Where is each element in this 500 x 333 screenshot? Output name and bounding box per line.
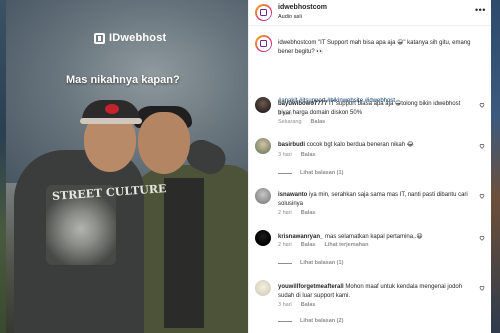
author-avatar[interactable] (255, 4, 272, 21)
caption-author-avatar[interactable] (255, 35, 272, 52)
cap-brim (80, 118, 142, 124)
commenter-avatar[interactable] (255, 188, 271, 204)
comment-time: 2 hari (278, 210, 292, 216)
comment-username[interactable]: isnawanto (278, 192, 307, 198)
view-replies-label[interactable]: Lihat balasan (1) (300, 260, 343, 266)
replies-divider-line (278, 320, 292, 322)
reply-button[interactable]: Balas (311, 119, 326, 125)
comment-text: basirbudi cocok bgt kalo berdua beneran … (278, 141, 468, 150)
heart-icon[interactable] (479, 102, 485, 108)
caption-text: idwebhostcom "IT Support mah bisa apa aj… (278, 40, 471, 55)
comment-username[interactable]: krisnawanryan_ (278, 234, 323, 240)
comment-message: mas selamatkan kapal pertamina..😆 (325, 234, 423, 240)
view-replies-button[interactable]: Lihat balasan (2) (278, 318, 343, 324)
audio-label[interactable]: Audio asli (278, 14, 302, 20)
comment-text: bayuwibowo7777 IT support biasa apa aja … (278, 100, 468, 117)
person-right-face (138, 112, 190, 174)
view-replies-label[interactable]: Lihat balasan (2) (300, 318, 343, 324)
heart-icon[interactable] (479, 285, 485, 291)
replies-divider-line (278, 262, 292, 264)
brand-logo-icon (94, 32, 105, 44)
comment-time: 3 hari (278, 302, 292, 308)
heart-icon[interactable] (479, 143, 485, 149)
comment-time: Sekarang (278, 119, 302, 125)
translate-button[interactable]: Lihat terjemahan (324, 242, 368, 248)
brand-watermark-text: IDwebhost (109, 32, 167, 44)
replies-divider-line (278, 172, 292, 174)
comment-message: cocok bgt kalo berdua beneran nikah 😂 (306, 142, 414, 148)
commenter-avatar[interactable] (255, 97, 271, 113)
comment-username[interactable]: youwillforgetmeafterall (278, 284, 344, 290)
cap-logo (105, 104, 119, 114)
commenter-avatar[interactable] (255, 230, 271, 246)
person-right-shirt (164, 178, 204, 328)
reply-button[interactable]: Balas (301, 210, 316, 216)
comment-meta: 2 hari Balas Lihat terjemahan (278, 242, 368, 248)
view-replies-button[interactable]: Lihat balasan (1) (278, 170, 343, 176)
comment-time: 2 hari (278, 242, 292, 248)
idwebhost-logo-icon (260, 9, 267, 16)
more-horizontal-icon[interactable]: ••• (475, 6, 486, 15)
comment-username[interactable]: bayuwibowo7777 (278, 101, 327, 107)
view-replies-label[interactable]: Lihat balasan (1) (300, 170, 343, 176)
comment-meta: 3 hari Balas (278, 152, 315, 158)
idwebhost-logo-icon (260, 40, 267, 47)
post-image[interactable]: IDwebhost Mas nikahnya kapan? STREET CUL… (6, 0, 248, 333)
comments-panel: idwebhostcom Audio asli ••• idwebhostcom… (248, 0, 492, 333)
brand-watermark: IDwebhost (94, 32, 166, 44)
comment-username[interactable]: basirbudi (278, 142, 305, 148)
commenter-avatar[interactable] (255, 280, 271, 296)
reply-button[interactable]: Balas (301, 242, 316, 248)
heart-icon[interactable] (479, 193, 485, 199)
comment-time: 3 hari (278, 152, 292, 158)
comment-text: krisnawanryan_ mas selamatkan kapal pert… (278, 233, 468, 242)
reply-button[interactable]: Balas (301, 302, 316, 308)
reply-button[interactable]: Balas (301, 152, 316, 158)
comment-meta: 3 hari Balas (278, 302, 315, 308)
comment-text: isnawanto iya min, serahkan saja sama ma… (278, 191, 468, 208)
image-caption-overlay: Mas nikahnya kapan? (66, 74, 180, 86)
right-backdrop (491, 0, 500, 333)
heart-icon[interactable] (479, 235, 485, 241)
comment-meta: Sekarang Balas (278, 119, 325, 125)
comment-text: youwillforgetmeafterall Mohon maaf untuk… (278, 283, 468, 300)
commenter-avatar[interactable] (255, 138, 271, 154)
comment-message: iya min, serahkan saja sama mas IT, nant… (278, 192, 468, 207)
author-username[interactable]: idwebhostcom (278, 4, 327, 11)
view-replies-button[interactable]: Lihat balasan (1) (278, 260, 343, 266)
post-header: idwebhostcom Audio asli ••• (249, 0, 492, 26)
comment-meta: 2 hari Balas (278, 210, 315, 216)
